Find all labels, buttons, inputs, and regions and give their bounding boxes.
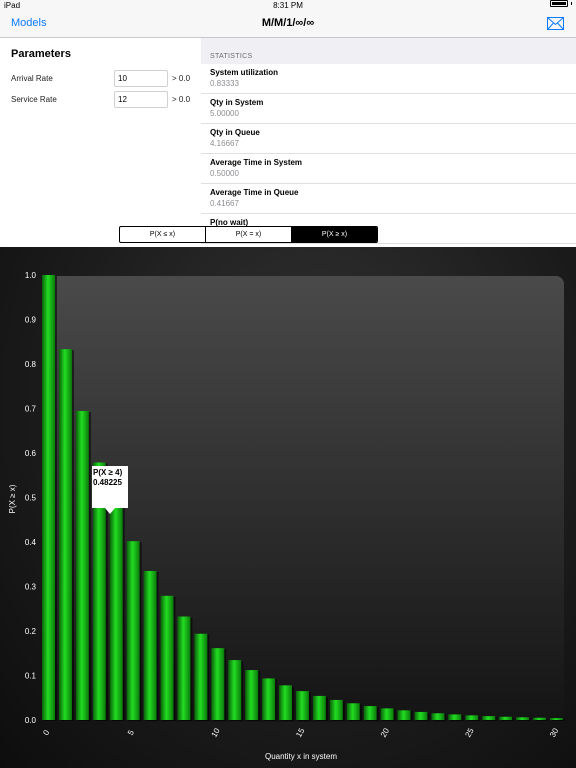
y-tick-label: 0.9 <box>25 316 37 325</box>
bar-1[interactable] <box>58 349 72 720</box>
models-back-button[interactable]: Models <box>11 17 46 29</box>
parameters-panel: Parameters Arrival Rate > 0.0 Service Ra… <box>0 38 201 247</box>
bar-20[interactable] <box>380 708 394 720</box>
service-rate-row: Service Rate > 0.0 <box>0 91 201 109</box>
bar-chart: 0.0 0.1 0.2 0.3 0.4 0.5 0.6 0.7 0.8 0.9 1.0 0 5 10 15… <box>8 271 565 761</box>
distribution-segmented-control: P(X ≤ x) P(X = x) P(X ≥ x) <box>119 226 378 243</box>
bar-2[interactable] <box>75 410 89 720</box>
statistics-header: STATISTICS <box>201 38 576 64</box>
status-bar: iPad 8:31 PM <box>0 0 576 11</box>
bar-14[interactable] <box>279 685 293 720</box>
y-tick-label: 1.0 <box>25 271 37 280</box>
x-tick-label: 0 <box>41 728 51 737</box>
status-time: 8:31 PM <box>273 1 303 10</box>
arrival-rate-label: Arrival Rate <box>11 74 53 83</box>
stat-item-qty-in-queue: Qty in Queue 4.16667 <box>201 124 576 154</box>
y-tick-label: 0.7 <box>25 405 37 414</box>
x-tick-label: 5 <box>126 728 136 737</box>
bar-5[interactable] <box>126 541 140 720</box>
battery-icon <box>550 0 572 7</box>
y-tick-label: 0.8 <box>25 360 37 369</box>
y-tick-label: 0.4 <box>25 538 37 547</box>
y-tick-label: 0.2 <box>25 627 37 636</box>
parameters-title: Parameters <box>11 48 71 60</box>
y-tick-label: 0.3 <box>25 583 37 592</box>
statistics-panel[interactable]: STATISTICS System utilization 0.83333 Qt… <box>201 38 576 247</box>
x-tick-label: 30 <box>548 726 561 739</box>
x-tick-label: 10 <box>210 726 223 739</box>
service-rate-label: Service Rate <box>11 95 57 104</box>
bar-21[interactable] <box>397 710 411 720</box>
segment-cdf[interactable]: P(X ≤ x) <box>120 227 206 242</box>
bar-28[interactable] <box>516 717 530 720</box>
x-tick-label: 25 <box>463 726 476 739</box>
x-tick-label: 15 <box>294 726 307 739</box>
stat-item-qty-in-system: Qty in System 5.00000 <box>201 94 576 124</box>
bar-19[interactable] <box>363 706 377 720</box>
bar-17[interactable] <box>329 699 343 720</box>
y-tick-label: 0.5 <box>25 494 37 503</box>
y-axis-label: P(X ≥ x) <box>8 484 17 513</box>
tooltip-value: 0.48225 <box>93 478 122 487</box>
bar-9[interactable] <box>194 633 208 720</box>
segment-survival[interactable]: P(X ≥ x) <box>292 227 377 242</box>
arrival-rate-row: Arrival Rate > 0.0 <box>0 70 201 88</box>
tooltip-label: P(X ≥ 4) <box>93 468 123 477</box>
page-title: M/M/1/∞/∞ <box>261 17 315 29</box>
bar-27[interactable] <box>499 716 513 720</box>
y-tick-label: 0.1 <box>25 672 37 681</box>
bar-29[interactable] <box>532 717 546 720</box>
stat-item-avg-time-in-system: Average Time in System 0.50000 <box>201 154 576 184</box>
bar-25[interactable] <box>465 715 479 720</box>
bar-22[interactable] <box>414 711 428 720</box>
x-axis-label: Quantity x in system <box>265 752 337 761</box>
bar-15[interactable] <box>295 691 309 720</box>
arrival-rate-min: > 0.0 <box>172 74 191 83</box>
bar-24[interactable] <box>448 714 462 720</box>
mail-icon[interactable] <box>547 17 564 30</box>
bar-30[interactable] <box>549 718 563 720</box>
navigation-bar: Models M/M/1/∞/∞ <box>0 11 576 38</box>
bar-11[interactable] <box>228 660 242 720</box>
chart-area: 0.0 0.1 0.2 0.3 0.4 0.5 0.6 0.7 0.8 0.9 1.0 0 5 10 15… <box>0 247 576 768</box>
bar-26[interactable] <box>482 716 496 720</box>
service-rate-input[interactable] <box>114 91 168 108</box>
service-rate-min: > 0.0 <box>172 95 191 104</box>
y-tick-label: 0.0 <box>25 716 37 725</box>
bar-18[interactable] <box>346 703 360 720</box>
stat-item-system-utilization: System utilization 0.83333 <box>201 64 576 94</box>
y-tick-label: 0.6 <box>25 449 37 458</box>
bar-7[interactable] <box>160 595 174 720</box>
x-tick-label: 20 <box>379 726 392 739</box>
bar-0[interactable] <box>42 275 55 720</box>
arrival-rate-input[interactable] <box>114 70 168 87</box>
bar-13[interactable] <box>262 678 276 720</box>
bar-8[interactable] <box>177 616 191 720</box>
bar-16[interactable] <box>312 695 326 720</box>
bar-4[interactable] <box>109 505 123 720</box>
stat-item-avg-time-in-queue: Average Time in Queue 0.41667 <box>201 184 576 214</box>
bar-10[interactable] <box>211 648 225 720</box>
segment-pmf[interactable]: P(X = x) <box>206 227 292 242</box>
bar-12[interactable] <box>245 670 259 720</box>
bar-6[interactable] <box>143 570 157 720</box>
bar-tooltip: P(X ≥ 4) 0.48225 <box>92 466 128 514</box>
bar-23[interactable] <box>431 713 445 720</box>
